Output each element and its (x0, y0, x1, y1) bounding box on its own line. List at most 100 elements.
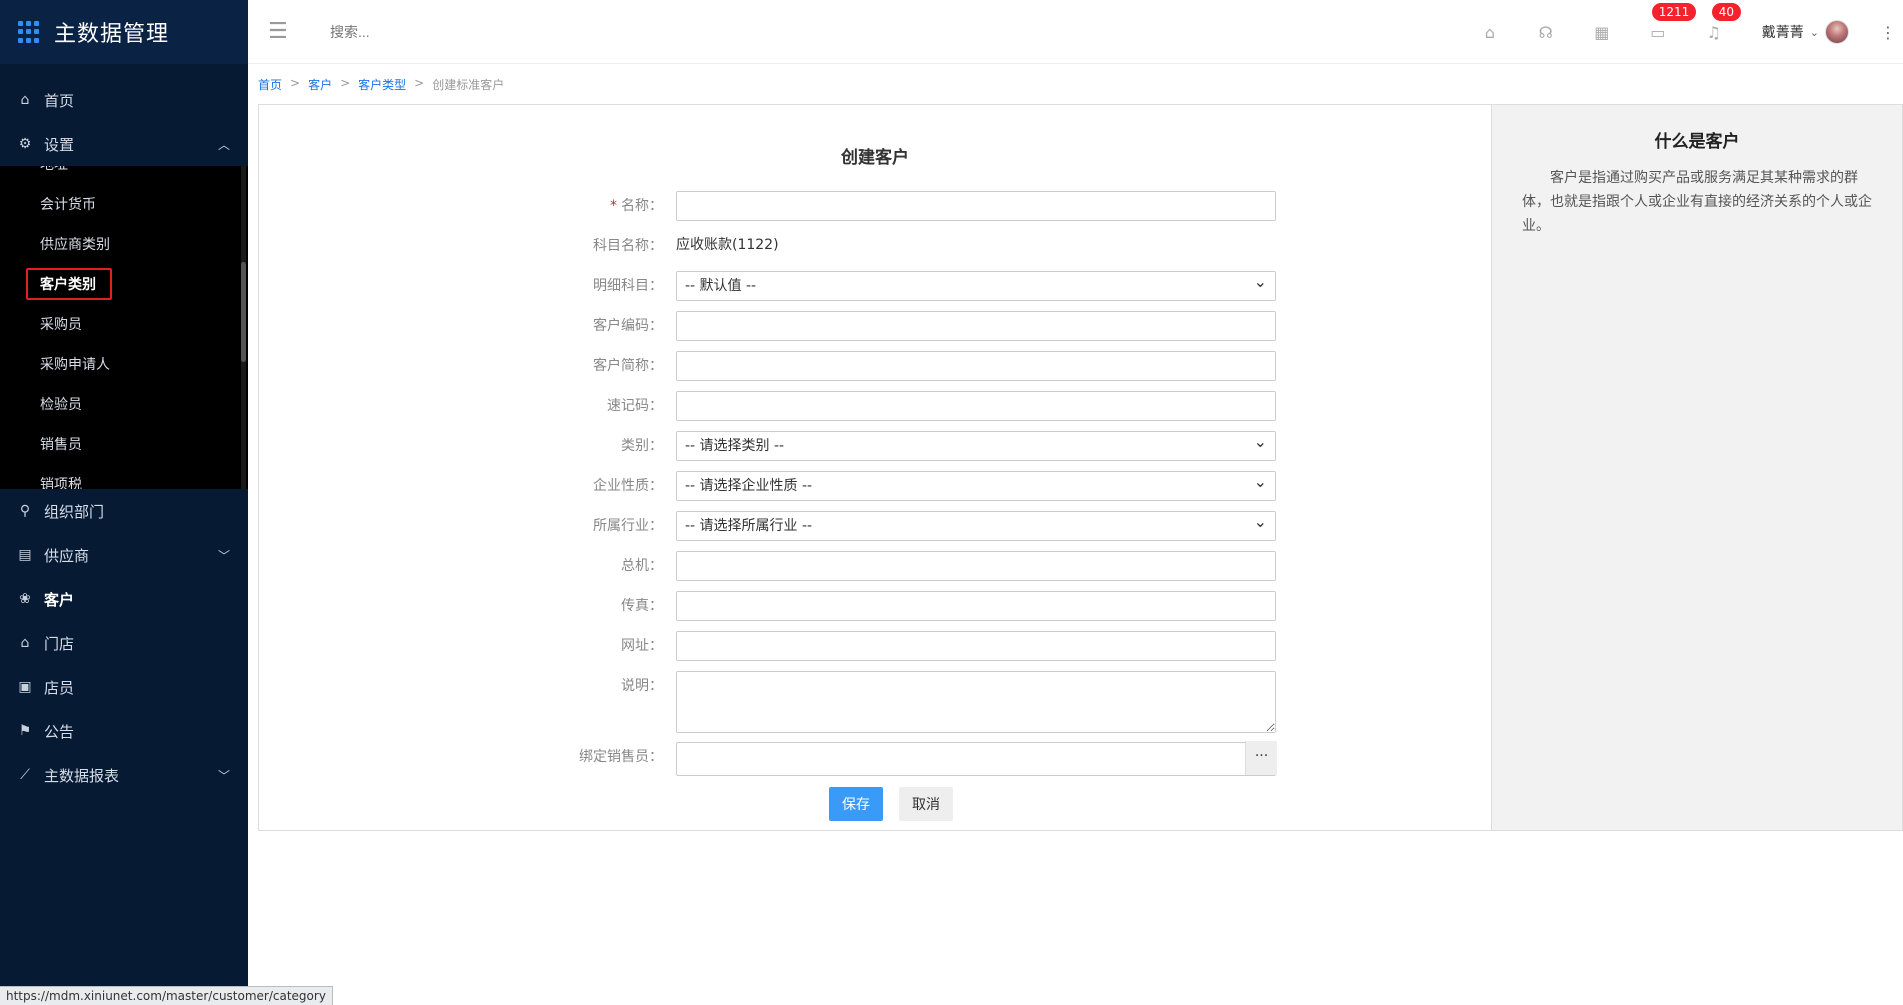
app-title: 主数据管理 (54, 22, 170, 47)
sidebar-item-settings[interactable]: ⚙ 设置 ︿ (0, 122, 248, 166)
sidebar: 主数据管理 ⌂ 首页 ⚙ 设置 ︿ 地址 会计货币 供应商类别 客户类别 采购员… (0, 0, 248, 1005)
sidebar-item-label: 客户 (44, 590, 75, 609)
staff-icon: ▣ (18, 679, 32, 695)
report-icon: ⟋ (20, 767, 30, 783)
info-panel: 什么是客户 客户是指通过购买产品或服务满足其某种需求的群体，也就是指跟个人或企业… (1491, 104, 1903, 831)
sub-item-customer-category[interactable]: 客户类别 (0, 264, 248, 304)
user-name: 戴菁菁 (1761, 25, 1804, 41)
sub-item-inspector[interactable]: 检验员 (0, 384, 248, 424)
sidebar-item-customer[interactable]: ❀ 客户 (0, 577, 248, 621)
phone-row: 总机： (259, 551, 1491, 581)
detail-row: 明细科目： -- 默认值 -- (259, 268, 1491, 301)
sub-item-label: 客户类别 (26, 268, 112, 300)
sidebar-item-label: 公告 (44, 722, 75, 741)
breadcrumb-home[interactable]: 首页 (258, 76, 282, 93)
save-button[interactable]: 保存 (829, 787, 883, 821)
avatar (1825, 20, 1849, 44)
fax-row: 传真： (259, 591, 1491, 621)
sidebar-item-supplier[interactable]: ▤ 供应商 ﹀ (0, 533, 248, 577)
more-vertical-icon[interactable]: ⋮ (1873, 23, 1903, 42)
description-row: 说明： (259, 671, 1491, 733)
sidebar-item-label: 供应商 (44, 546, 90, 565)
sub-item-supplier-category[interactable]: 供应商类别 (0, 224, 248, 264)
sub-item-requester[interactable]: 采购申请人 (0, 344, 248, 384)
cancel-button[interactable]: 取消 (899, 787, 953, 821)
sub-item-output-tax[interactable]: 销项税 (0, 464, 248, 489)
industry-select[interactable]: -- 请选择所属行业 -- (676, 508, 1276, 541)
customer-code-input[interactable] (676, 311, 1276, 341)
description-textarea[interactable] (676, 671, 1276, 733)
breadcrumb: 首页 > 客户 > 客户类型 > 创建标准客户 (258, 76, 505, 93)
sub-item-address[interactable]: 地址 (0, 166, 248, 184)
category-select[interactable]: -- 请选择类别 -- (676, 428, 1276, 461)
website-input[interactable] (676, 631, 1276, 661)
name-input[interactable] (676, 191, 1276, 221)
sidebar-item-label: 设置 (44, 135, 75, 154)
top-header: ☰ ⌂ ☊ ▦ ▭ 1211 ♫ 40 戴菁菁 ⌄ ⋮ (248, 0, 1903, 64)
submenu-scrollbar[interactable] (241, 166, 246, 489)
breadcrumb-current: 创建标准客户 (432, 78, 505, 92)
industry-row: 所属行业： -- 请选择所属行业 -- (259, 508, 1491, 541)
sub-item-label: 销项税 (40, 477, 82, 489)
sidebar-item-label: 组织部门 (44, 502, 105, 521)
bell-icon[interactable]: ♫ 40 (1686, 2, 1742, 42)
sub-item-currency[interactable]: 会计货币 (0, 184, 248, 224)
account-row: 科目名称： 应收账款(1122) (259, 231, 1491, 261)
chevron-up-icon: ︿ (217, 138, 230, 152)
phone-input[interactable] (676, 551, 1276, 581)
category-row: 类别： -- 请选择类别 -- (259, 428, 1491, 461)
sidebar-item-org[interactable]: ⚲ 组织部门 (0, 489, 248, 533)
sub-item-label: 供应商类别 (40, 237, 110, 253)
sidebar-item-label: 首页 (44, 91, 75, 110)
salesman-row: 绑定销售员： ··· (259, 741, 1491, 776)
sidebar-item-label: 门店 (44, 634, 75, 653)
nature-row: 企业性质： -- 请选择企业性质 -- (259, 468, 1491, 501)
sub-item-buyer[interactable]: 采购员 (0, 304, 248, 344)
notifications-badge: 40 (1711, 2, 1742, 21)
home-icon: ⌂ (20, 92, 30, 108)
gear-icon: ⚙ (18, 136, 32, 152)
short-name-input[interactable] (676, 351, 1276, 381)
salesman-input[interactable] (676, 742, 1276, 776)
short-name-row: 客户简称： (259, 351, 1491, 381)
fax-input[interactable] (676, 591, 1276, 621)
org-icon: ⚲ (19, 503, 31, 519)
announcement-icon: ⚑ (18, 723, 32, 739)
tasks-icon[interactable]: ▭ 1211 (1630, 2, 1697, 42)
app-grid-icon[interactable] (18, 21, 40, 43)
menu-toggle-icon[interactable]: ☰ (268, 19, 292, 44)
sub-item-label: 采购员 (40, 317, 82, 333)
quick-code-input[interactable] (676, 391, 1276, 421)
account-value: 应收账款(1122) (676, 231, 1276, 261)
breadcrumb-customer[interactable]: 客户 (308, 76, 332, 93)
apps-grid-icon[interactable]: ▦ (1574, 23, 1630, 42)
create-customer-card: 创建客户 * 名称： 科目名称： 应收账款(1122) 明细科目： -- 默认值 … (258, 104, 1491, 831)
enterprise-nature-select[interactable]: -- 请选择企业性质 -- (676, 468, 1276, 501)
sub-item-label: 销售员 (40, 437, 82, 453)
sidebar-item-staff[interactable]: ▣ 店员 (0, 665, 248, 709)
code-row: 客户编码： (259, 311, 1491, 341)
ellipsis-button[interactable]: ··· (1245, 741, 1277, 775)
tasks-badge: 1211 (1651, 2, 1697, 21)
sub-item-label: 地址 (40, 166, 68, 174)
website-row: 网址： (259, 631, 1491, 661)
chevron-down-icon: ﹀ (217, 549, 230, 563)
name-row: * 名称： (259, 191, 1491, 221)
quick-code-row: 速记码： (259, 391, 1491, 421)
sub-item-salesman[interactable]: 销售员 (0, 424, 248, 464)
info-title: 什么是客户 (1654, 132, 1740, 152)
sidebar-item-report[interactable]: ⟋ 主数据报表 ﹀ (0, 753, 248, 797)
user-menu[interactable]: 戴菁菁 ⌄ (1762, 20, 1849, 44)
chevron-down-icon: ⌄ (1809, 25, 1819, 39)
sub-item-label: 会计货币 (40, 197, 96, 213)
search-input[interactable] (330, 23, 610, 40)
sidebar-item-store[interactable]: ⌂ 门店 (0, 621, 248, 665)
sidebar-item-home[interactable]: ⌂ 首页 (0, 78, 248, 122)
brand: 主数据管理 (0, 0, 248, 64)
sidebar-item-label: 店员 (44, 678, 75, 697)
headset-icon[interactable]: ☊ (1518, 23, 1574, 42)
sidebar-item-announcement[interactable]: ⚑ 公告 (0, 709, 248, 753)
detail-account-select[interactable]: -- 默认值 -- (676, 268, 1276, 301)
home-icon[interactable]: ⌂ (1462, 23, 1518, 42)
breadcrumb-customer-type[interactable]: 客户类型 (358, 76, 406, 93)
